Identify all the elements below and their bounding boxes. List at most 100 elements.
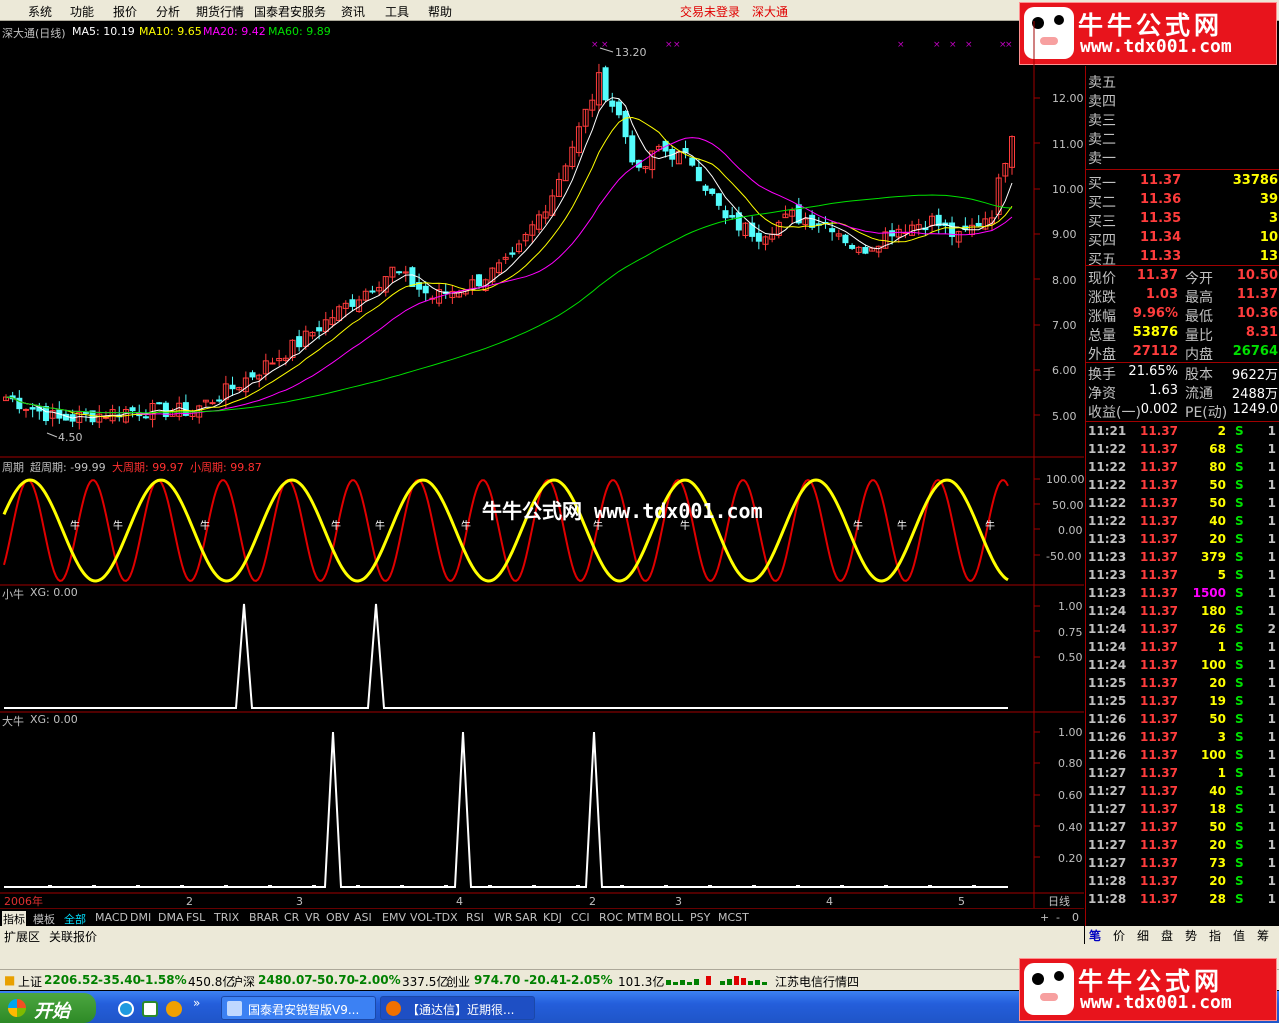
x-axis-month: 3: [675, 895, 682, 908]
zero-dot: [356, 885, 360, 888]
app-icon: [386, 1001, 401, 1016]
signal-mark: ×: [933, 40, 941, 50]
indicator-tab[interactable]: SAR: [515, 911, 537, 924]
y-tick: 7.00: [1052, 319, 1077, 332]
moving-average-lines: [5, 97, 1013, 419]
zero-dot: [136, 885, 140, 888]
right-panel-tab[interactable]: 价: [1113, 927, 1125, 944]
right-panel-tab[interactable]: 势: [1185, 927, 1197, 944]
indicator-tab[interactable]: DMI: [130, 911, 151, 924]
niu-marker: 牛: [985, 519, 995, 532]
y-tick: 10.00: [1052, 183, 1084, 196]
indicator-tab[interactable]: TRIX: [214, 911, 239, 924]
menu-item-system[interactable]: 系统: [28, 3, 52, 20]
tick-row: 11:26 11.37 100 S 1: [1088, 748, 1276, 762]
tab-related-quote[interactable]: 关联报价: [49, 928, 97, 945]
indicator-tab[interactable]: CCI: [571, 911, 590, 924]
right-panel-tab[interactable]: 笔: [1089, 927, 1101, 944]
indicator-tab[interactable]: EMV: [382, 911, 406, 924]
indicator-tab[interactable]: ROC: [599, 911, 623, 924]
right-panel-tab[interactable]: 筹: [1257, 927, 1269, 944]
indicator-tab[interactable]: ASI: [354, 911, 372, 924]
right-panel-tab[interactable]: 盘: [1161, 927, 1173, 944]
tab-extension[interactable]: 扩展区: [4, 928, 40, 945]
menu-item-tools[interactable]: 工具: [385, 3, 409, 20]
indicator-tab[interactable]: VOL-TDX: [410, 911, 458, 924]
indicator-tab[interactable]: KDJ: [543, 911, 562, 924]
candle-body: [422, 285, 429, 294]
expand-arrow-icon[interactable]: »: [193, 996, 200, 1010]
start-button[interactable]: 开始: [0, 993, 96, 1023]
niu-marker: 牛: [331, 519, 341, 532]
tick-row: 11:22 11.37 68 S 1: [1088, 442, 1276, 456]
zero-dot: [928, 885, 932, 888]
indicator-tab[interactable]: BOLL: [655, 911, 683, 924]
indicator-tab[interactable]: 全部: [64, 911, 86, 927]
indicator-tab[interactable]: CR: [284, 911, 299, 924]
signal-mark: ×: [665, 40, 673, 50]
indicator-tab[interactable]: WR: [494, 911, 513, 924]
x-axis-year: 2006年: [4, 894, 43, 908]
tick-row: 11:27 11.37 18 S 1: [1088, 802, 1276, 816]
sell-level: 卖二: [1088, 132, 1116, 148]
app-quick-icon[interactable]: [142, 1001, 158, 1017]
period-label[interactable]: 日线: [1048, 894, 1070, 908]
ma20-line: [5, 137, 1013, 415]
big-niu-y-tick: 1.00: [1058, 726, 1083, 739]
candle-body: [722, 210, 729, 219]
zero-dot: [576, 885, 580, 888]
ie-icon[interactable]: [118, 1001, 134, 1017]
media-quick-icon[interactable]: [166, 1001, 182, 1017]
candle-body: [369, 290, 376, 293]
zoom-control[interactable]: 0: [1072, 911, 1079, 924]
indicator-tab[interactable]: MTM: [627, 911, 653, 924]
candle-body: [695, 166, 702, 182]
menu-item-info[interactable]: 资讯: [341, 3, 365, 20]
tick-row: 11:24 11.37 180 S 1: [1088, 604, 1276, 618]
indicator-tab[interactable]: DMA: [158, 911, 184, 924]
cow-icon: [1024, 963, 1074, 1015]
indicator-tab[interactable]: BRAR: [249, 911, 279, 924]
small-niu-line: [4, 603, 1008, 709]
alert-icon[interactable]: ■: [4, 973, 15, 987]
cy-index-change: -20.41: [524, 973, 567, 987]
sz-index-name: 沪深: [231, 975, 256, 989]
indicator-tab[interactable]: 模板: [33, 911, 55, 927]
menu-item-quote[interactable]: 报价: [113, 3, 137, 20]
task-tdx[interactable]: 【通达信】近期很...: [380, 996, 535, 1020]
zoom-control[interactable]: +: [1040, 911, 1049, 924]
menu-item-function[interactable]: 功能: [70, 3, 94, 20]
tick-row: 11:25 11.37 19 S 1: [1088, 694, 1276, 708]
big-niu-y-tick: 0.60: [1058, 789, 1083, 802]
news-ticker[interactable]: 江苏电信行情四: [775, 973, 859, 990]
menu-item-help[interactable]: 帮助: [428, 3, 452, 20]
sh-index-pct: -1.58%: [140, 973, 187, 987]
menu-item-service[interactable]: 国泰君安服务: [254, 3, 326, 20]
indicator-tab[interactable]: RSI: [466, 911, 484, 924]
zoom-control[interactable]: -: [1056, 911, 1060, 924]
indicator-tab-bar: 指标 模板 全部 MACD DMI DMA FSL TRIX BRAR CR VR OBV ASI EMV…: [0, 908, 1084, 927]
indicator-tab[interactable]: OBV: [326, 911, 349, 924]
login-status[interactable]: 交易未登录: [680, 3, 740, 20]
menu-item-futures[interactable]: 期货行情: [196, 3, 244, 20]
cy-index-name: 创业: [446, 975, 471, 989]
indicator-tab[interactable]: MACD: [95, 911, 128, 924]
indicator-tab[interactable]: VR: [305, 911, 320, 924]
big-niu-line: [4, 731, 1008, 888]
current-stock-link[interactable]: 深大通: [752, 3, 788, 20]
right-panel-tab[interactable]: 指: [1209, 927, 1221, 944]
indicator-tab[interactable]: FSL: [186, 911, 205, 924]
candle-body: [42, 406, 49, 422]
zero-dot: [840, 885, 844, 888]
right-panel-tab[interactable]: 细: [1137, 927, 1149, 944]
x-axis-month: 2: [186, 895, 193, 908]
task-gtja[interactable]: 国泰君安锐智版V9...: [221, 996, 376, 1020]
signal-mark: ×: [949, 40, 957, 50]
indicator-tab[interactable]: PSY: [690, 911, 710, 924]
indicator-tab[interactable]: MCST: [718, 911, 749, 924]
right-panel-tab[interactable]: 值: [1233, 927, 1245, 944]
indicator-tab[interactable]: 指标: [2, 911, 26, 927]
niu-marker: 牛: [113, 519, 123, 532]
menu-item-analysis[interactable]: 分析: [156, 3, 180, 20]
big-niu-y-tick: 0.20: [1058, 852, 1083, 865]
